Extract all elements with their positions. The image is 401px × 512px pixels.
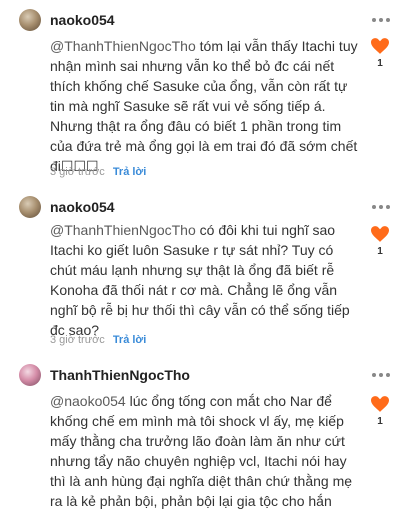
comment-username[interactable]: naoko054 (50, 199, 115, 215)
like-count: 1 (377, 416, 383, 427)
user-avatar-icon[interactable] (19, 196, 41, 218)
more-options-icon[interactable] (372, 372, 390, 378)
comment-body: @naoko054 lúc ổng tống con mắt cho Nar đ… (50, 391, 360, 511)
comment-body: @ThanhThienNgocTho tóm lại vẫn thấy Itac… (50, 36, 360, 176)
like-button[interactable]: 1 (370, 38, 390, 69)
like-button[interactable]: 1 (370, 396, 390, 427)
comment-timestamp: 3 giờ trước (50, 334, 105, 346)
like-count: 1 (377, 58, 383, 69)
mention-link[interactable]: @naoko054 (50, 393, 126, 409)
comment-username[interactable]: ThanhThienNgocTho (50, 367, 190, 383)
mention-link[interactable]: @ThanhThienNgocTho (50, 222, 196, 238)
comment-timestamp: 3 giờ trước (50, 166, 105, 178)
comment-meta: 3 giờ trước Trả lời (50, 166, 146, 178)
comment-meta: 3 giờ trước Trả lời (50, 334, 146, 346)
user-avatar-icon[interactable] (19, 9, 41, 31)
comment-username[interactable]: naoko054 (50, 12, 115, 28)
heart-icon (371, 38, 389, 54)
more-options-icon[interactable] (372, 204, 390, 210)
heart-icon (371, 226, 389, 242)
comment-text: có đôi khi tui nghĩ sao Itachi ko giết l… (50, 222, 350, 338)
user-avatar-icon[interactable] (19, 364, 41, 386)
like-count: 1 (377, 246, 383, 257)
heart-icon (371, 396, 389, 412)
like-button[interactable]: 1 (370, 226, 390, 257)
more-options-icon[interactable] (372, 17, 390, 23)
mention-link[interactable]: @ThanhThienNgocTho (50, 38, 196, 54)
comment-body: @ThanhThienNgocTho có đôi khi tui nghĩ s… (50, 220, 360, 340)
reply-button[interactable]: Trả lời (113, 166, 147, 178)
comment-text: lúc ổng tống con mắt cho Nar để khống ch… (50, 393, 353, 509)
comment-text: tóm lại vẫn thấy Itachi tuy nhận mình sa… (50, 38, 358, 174)
reply-button[interactable]: Trả lời (113, 334, 147, 346)
